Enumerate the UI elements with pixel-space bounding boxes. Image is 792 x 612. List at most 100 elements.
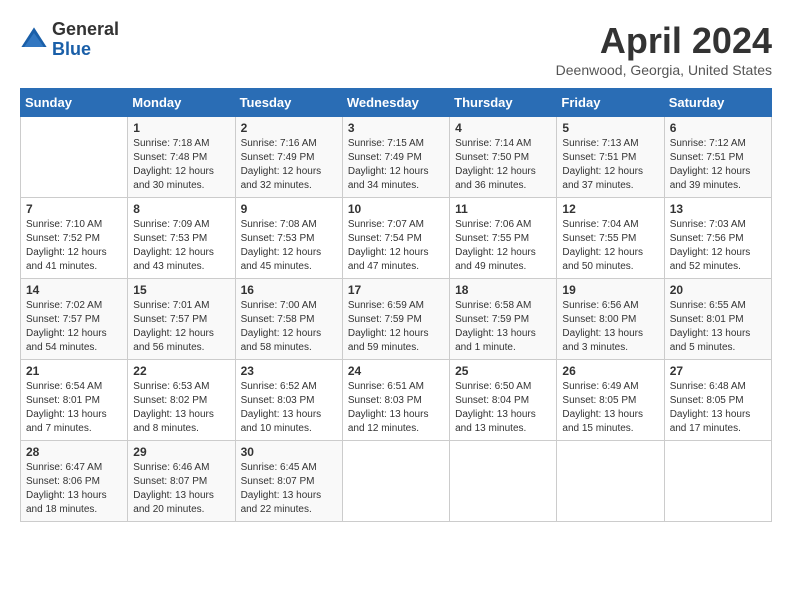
calendar-cell: 27 Sunrise: 6:48 AMSunset: 8:05 PMDayligh… (664, 360, 771, 441)
day-number: 17 (348, 283, 444, 297)
day-number: 19 (562, 283, 658, 297)
day-number: 29 (133, 445, 229, 459)
day-number: 1 (133, 121, 229, 135)
calendar-cell: 5 Sunrise: 7:13 AMSunset: 7:51 PMDaylight… (557, 117, 664, 198)
day-info: Sunrise: 7:02 AMSunset: 7:57 PMDaylight:… (26, 299, 122, 355)
day-number: 13 (670, 202, 766, 216)
day-number: 12 (562, 202, 658, 216)
calendar-cell: 21 Sunrise: 6:54 AMSunset: 8:01 PMDayligh… (21, 360, 128, 441)
calendar-cell: 29 Sunrise: 6:46 AMSunset: 8:07 PMDayligh… (128, 441, 235, 522)
day-number: 6 (670, 121, 766, 135)
day-info: Sunrise: 6:48 AMSunset: 8:05 PMDaylight:… (670, 380, 766, 436)
day-info: Sunrise: 7:08 AMSunset: 7:53 PMDaylight:… (241, 218, 337, 274)
day-number: 10 (348, 202, 444, 216)
logo-text: General Blue (52, 20, 119, 60)
day-number: 22 (133, 364, 229, 378)
calendar-cell: 9 Sunrise: 7:08 AMSunset: 7:53 PMDaylight… (235, 198, 342, 279)
day-number: 24 (348, 364, 444, 378)
calendar-cell: 24 Sunrise: 6:51 AMSunset: 8:03 PMDayligh… (342, 360, 449, 441)
day-info: Sunrise: 7:12 AMSunset: 7:51 PMDaylight:… (670, 137, 766, 193)
day-info: Sunrise: 6:47 AMSunset: 8:06 PMDaylight:… (26, 461, 122, 517)
calendar-cell: 3 Sunrise: 7:15 AMSunset: 7:49 PMDaylight… (342, 117, 449, 198)
day-number: 8 (133, 202, 229, 216)
day-info: Sunrise: 6:55 AMSunset: 8:01 PMDaylight:… (670, 299, 766, 355)
calendar-cell: 18Sunrise: 6:58 AMSunset: 7:59 PMDayligh… (450, 279, 557, 360)
calendar-cell: 6 Sunrise: 7:12 AMSunset: 7:51 PMDaylight… (664, 117, 771, 198)
calendar-cell: 10 Sunrise: 7:07 AMSunset: 7:54 PMDayligh… (342, 198, 449, 279)
day-number: 3 (348, 121, 444, 135)
calendar-cell (342, 441, 449, 522)
day-info: Sunrise: 7:06 AMSunset: 7:55 PMDaylight:… (455, 218, 551, 274)
day-info: Sunrise: 7:03 AMSunset: 7:56 PMDaylight:… (670, 218, 766, 274)
main-title: April 2024 (556, 20, 772, 62)
day-info: Sunrise: 7:01 AMSunset: 7:57 PMDaylight:… (133, 299, 229, 355)
logo: General Blue (20, 20, 119, 60)
day-number: 4 (455, 121, 551, 135)
day-number: 7 (26, 202, 122, 216)
day-number: 14 (26, 283, 122, 297)
day-info: Sunrise: 6:54 AMSunset: 8:01 PMDaylight:… (26, 380, 122, 436)
day-info: Sunrise: 6:52 AMSunset: 8:03 PMDaylight:… (241, 380, 337, 436)
day-number: 27 (670, 364, 766, 378)
day-number: 15 (133, 283, 229, 297)
day-info: Sunrise: 6:50 AMSunset: 8:04 PMDaylight:… (455, 380, 551, 436)
day-info: Sunrise: 6:49 AMSunset: 8:05 PMDaylight:… (562, 380, 658, 436)
day-info: Sunrise: 6:56 AMSunset: 8:00 PMDaylight:… (562, 299, 658, 355)
header-day: Friday (557, 89, 664, 117)
calendar-cell: 7 Sunrise: 7:10 AMSunset: 7:52 PMDaylight… (21, 198, 128, 279)
header-day: Wednesday (342, 89, 449, 117)
calendar-week-row: 1Sunrise: 7:18 AMSunset: 7:48 PMDaylight… (21, 117, 772, 198)
day-info: Sunrise: 7:14 AMSunset: 7:50 PMDaylight:… (455, 137, 551, 193)
day-info: Sunrise: 7:10 AMSunset: 7:52 PMDaylight:… (26, 218, 122, 274)
logo-general: General (52, 20, 119, 40)
day-number: 23 (241, 364, 337, 378)
day-info: Sunrise: 7:15 AMSunset: 7:49 PMDaylight:… (348, 137, 444, 193)
calendar-cell (664, 441, 771, 522)
calendar-cell: 13 Sunrise: 7:03 AMSunset: 7:56 PMDayligh… (664, 198, 771, 279)
header-day: Monday (128, 89, 235, 117)
logo-blue: Blue (52, 40, 119, 60)
header-day: Thursday (450, 89, 557, 117)
day-number: 26 (562, 364, 658, 378)
day-info: Sunrise: 7:09 AMSunset: 7:53 PMDaylight:… (133, 218, 229, 274)
logo-icon (20, 26, 48, 54)
day-info: Sunrise: 7:04 AMSunset: 7:55 PMDaylight:… (562, 218, 658, 274)
calendar-cell: 26 Sunrise: 6:49 AMSunset: 8:05 PMDayligh… (557, 360, 664, 441)
calendar-cell: 20Sunrise: 6:55 AMSunset: 8:01 PMDayligh… (664, 279, 771, 360)
header: General Blue April 2024 Deenwood, Georgi… (20, 20, 772, 78)
day-number: 5 (562, 121, 658, 135)
calendar-cell: 28Sunrise: 6:47 AMSunset: 8:06 PMDayligh… (21, 441, 128, 522)
day-number: 25 (455, 364, 551, 378)
day-info: Sunrise: 6:46 AMSunset: 8:07 PMDaylight:… (133, 461, 229, 517)
header-day: Tuesday (235, 89, 342, 117)
day-info: Sunrise: 7:00 AMSunset: 7:58 PMDaylight:… (241, 299, 337, 355)
header-row: SundayMondayTuesdayWednesdayThursdayFrid… (21, 89, 772, 117)
calendar-cell: 8 Sunrise: 7:09 AMSunset: 7:53 PMDaylight… (128, 198, 235, 279)
calendar-cell: 15 Sunrise: 7:01 AMSunset: 7:57 PMDayligh… (128, 279, 235, 360)
day-number: 18 (455, 283, 551, 297)
header-day: Sunday (21, 89, 128, 117)
calendar-cell: 14 Sunrise: 7:02 AMSunset: 7:57 PMDayligh… (21, 279, 128, 360)
day-number: 9 (241, 202, 337, 216)
calendar-week-row: 28Sunrise: 6:47 AMSunset: 8:06 PMDayligh… (21, 441, 772, 522)
calendar-week-row: 21 Sunrise: 6:54 AMSunset: 8:01 PMDayligh… (21, 360, 772, 441)
day-number: 11 (455, 202, 551, 216)
day-number: 2 (241, 121, 337, 135)
calendar-table: SundayMondayTuesdayWednesdayThursdayFrid… (20, 88, 772, 522)
calendar-cell: 30Sunrise: 6:45 AMSunset: 8:07 PMDayligh… (235, 441, 342, 522)
day-info: Sunrise: 7:13 AMSunset: 7:51 PMDaylight:… (562, 137, 658, 193)
day-info: Sunrise: 6:59 AMSunset: 7:59 PMDaylight:… (348, 299, 444, 355)
calendar-cell: 12 Sunrise: 7:04 AMSunset: 7:55 PMDayligh… (557, 198, 664, 279)
day-number: 30 (241, 445, 337, 459)
calendar-cell (557, 441, 664, 522)
calendar-cell: 19 Sunrise: 6:56 AMSunset: 8:00 PMDayligh… (557, 279, 664, 360)
calendar-cell: 16 Sunrise: 7:00 AMSunset: 7:58 PMDayligh… (235, 279, 342, 360)
calendar-week-row: 7 Sunrise: 7:10 AMSunset: 7:52 PMDaylight… (21, 198, 772, 279)
calendar-cell: 11 Sunrise: 7:06 AMSunset: 7:55 PMDayligh… (450, 198, 557, 279)
calendar-cell (21, 117, 128, 198)
day-info: Sunrise: 7:07 AMSunset: 7:54 PMDaylight:… (348, 218, 444, 274)
day-number: 21 (26, 364, 122, 378)
day-info: Sunrise: 6:51 AMSunset: 8:03 PMDaylight:… (348, 380, 444, 436)
subtitle: Deenwood, Georgia, United States (556, 62, 772, 78)
day-number: 16 (241, 283, 337, 297)
